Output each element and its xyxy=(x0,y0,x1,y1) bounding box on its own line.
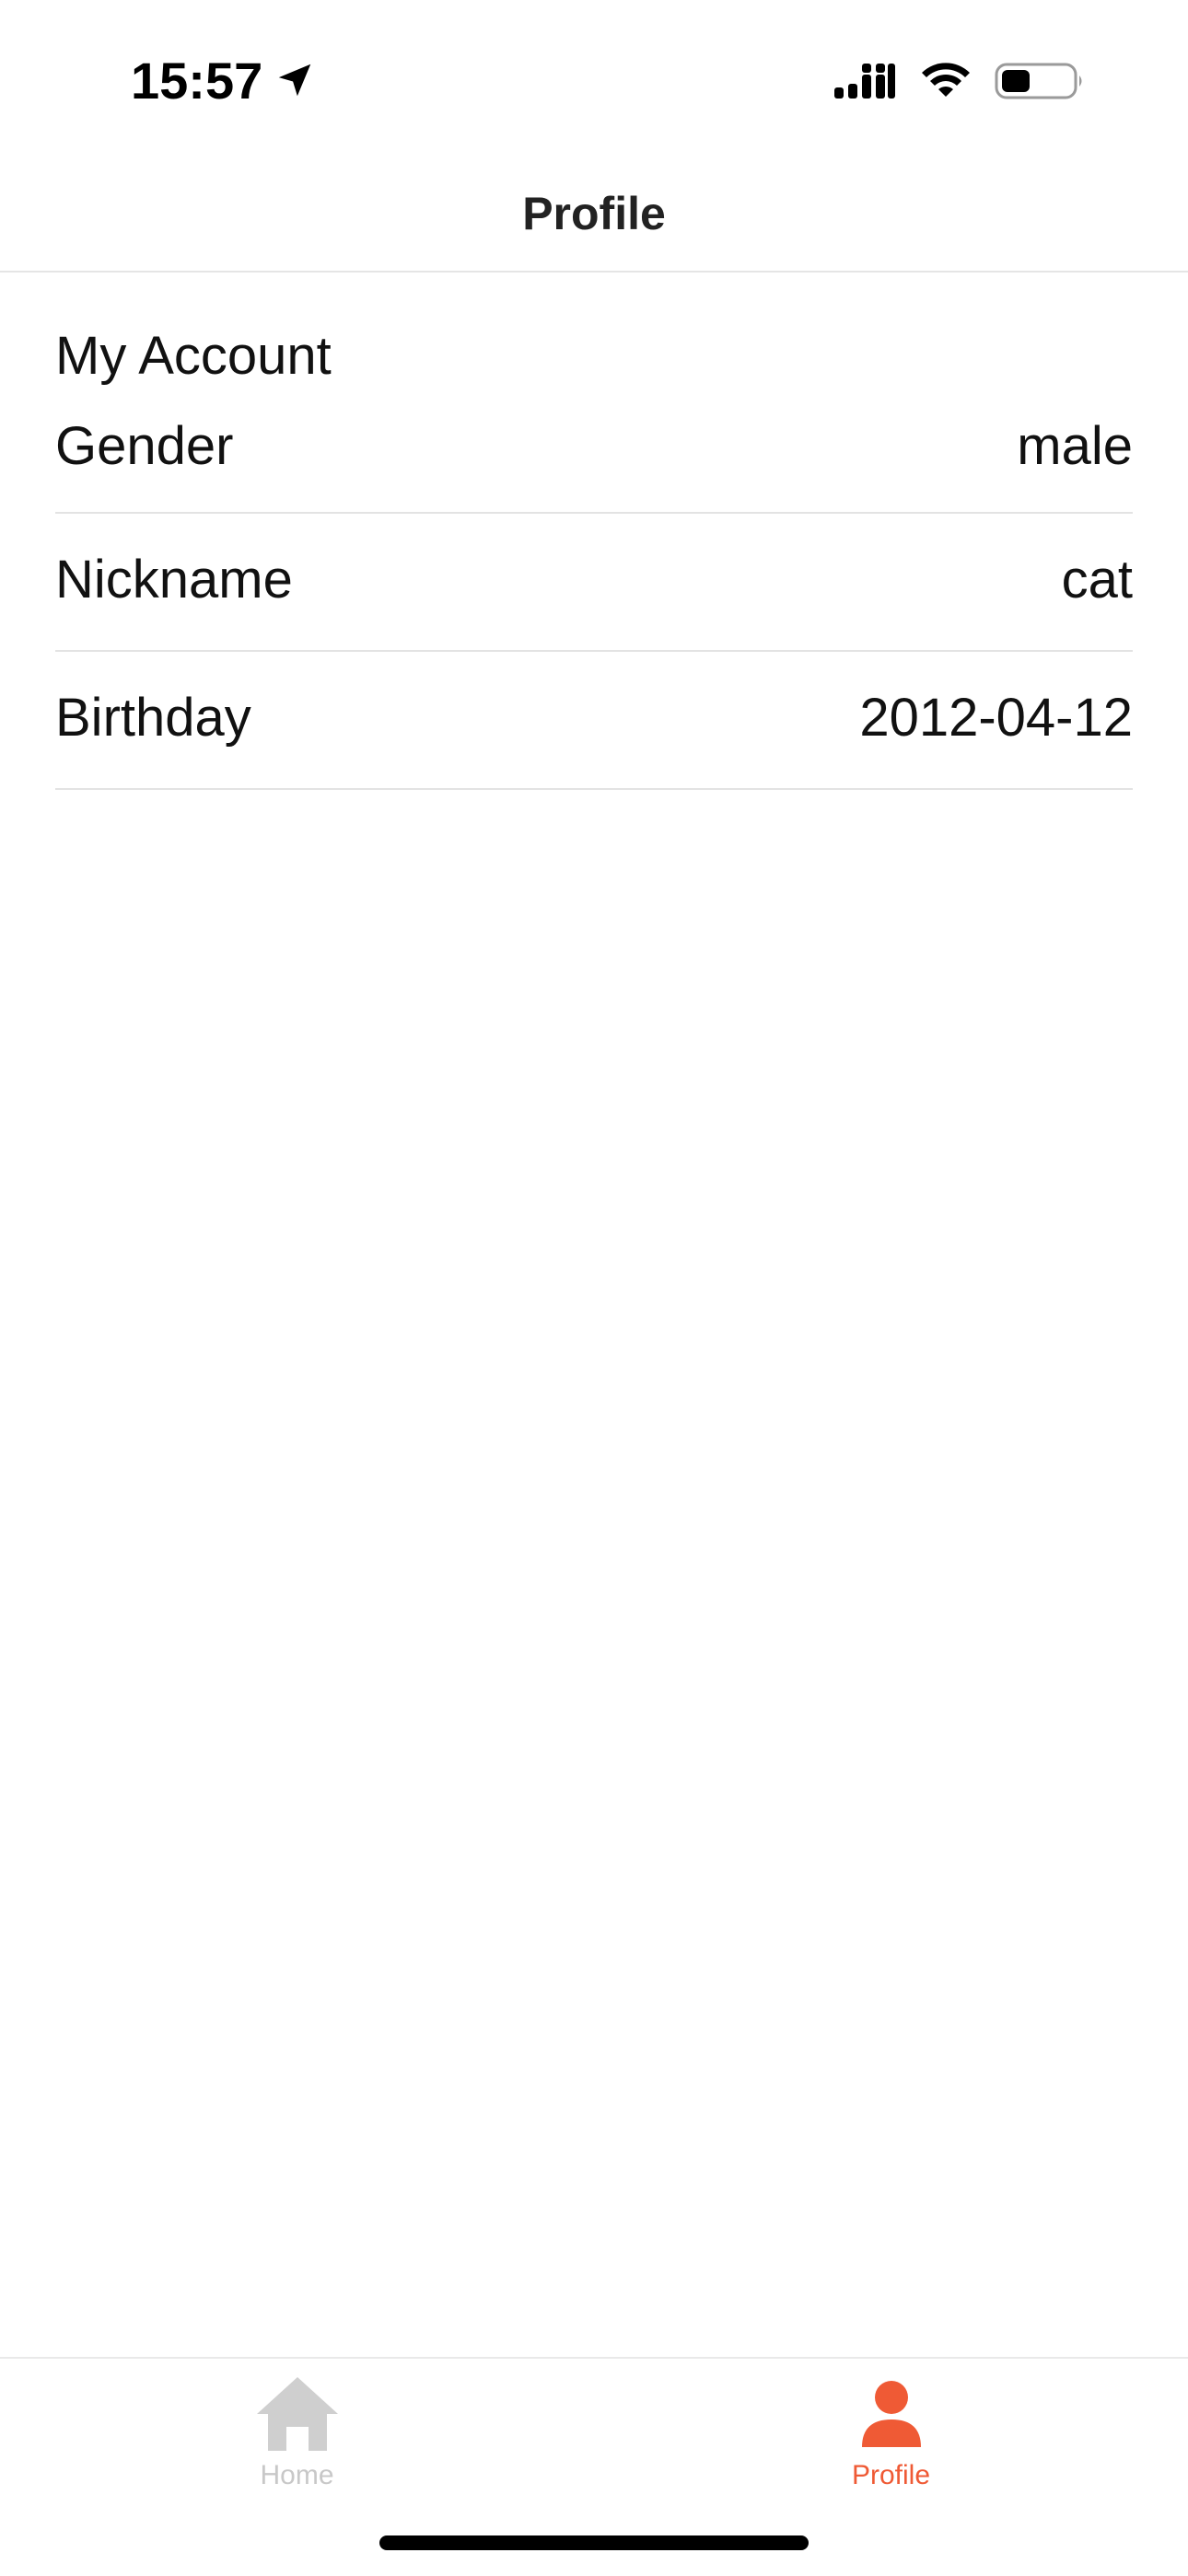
section-title-my-account: My Account xyxy=(55,326,332,386)
row-value-birthday: 2012-04-12 xyxy=(859,687,1133,748)
row-value-nickname: cat xyxy=(1061,549,1133,609)
cellular-signal-icon xyxy=(834,64,895,99)
row-birthday[interactable]: Birthday 2012-04-12 xyxy=(55,652,1133,790)
page-title: Profile xyxy=(522,188,666,239)
battery-icon xyxy=(995,63,1082,99)
home-indicator[interactable] xyxy=(379,2535,809,2550)
tab-label-profile: Profile xyxy=(851,2460,931,2490)
row-label-birthday: Birthday xyxy=(55,687,251,748)
person-icon xyxy=(861,2381,921,2447)
row-label-nickname: Nickname xyxy=(55,549,293,609)
status-time: 15:57 xyxy=(131,51,263,110)
location-arrow-icon xyxy=(278,64,311,97)
row-value-gender: male xyxy=(1017,415,1133,476)
tab-profile[interactable]: Profile xyxy=(594,2359,1188,2515)
status-indicators xyxy=(833,53,1085,109)
wifi-icon xyxy=(922,63,970,97)
row-nickname[interactable]: Nickname cat xyxy=(55,514,1133,652)
row-gender[interactable]: Gender male xyxy=(55,385,1133,514)
nav-header: Profile xyxy=(0,157,1188,273)
status-time-group: 15:57 xyxy=(131,48,316,112)
tab-label-home: Home xyxy=(260,2460,334,2490)
account-section: My Account Gender male Nickname cat Birt… xyxy=(55,273,1133,790)
home-icon xyxy=(256,2377,338,2451)
status-bar: 15:57 xyxy=(0,0,1188,157)
row-label-gender: Gender xyxy=(55,415,234,476)
tab-home[interactable]: Home xyxy=(0,2359,594,2515)
